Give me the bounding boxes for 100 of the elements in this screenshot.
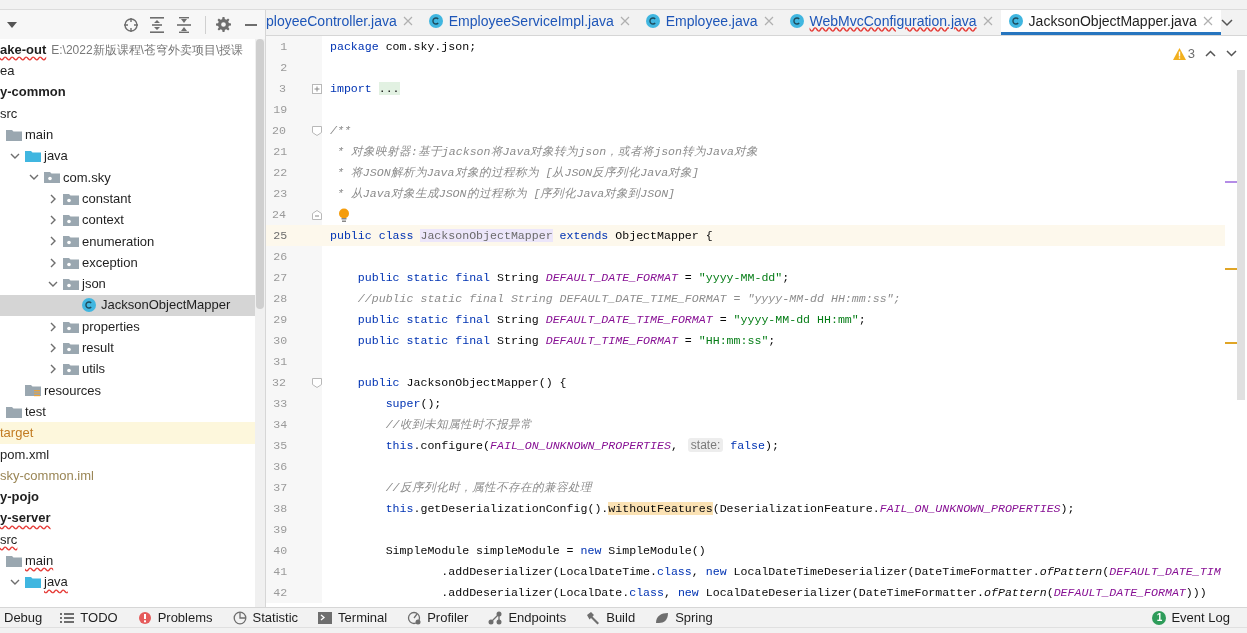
package-icon xyxy=(63,255,79,270)
fold-plus-icon[interactable] xyxy=(312,83,322,94)
tree-item-label[interactable]: enumeration xyxy=(82,231,155,252)
tree-item-label[interactable]: y-pojo xyxy=(0,487,39,507)
tool-window-button[interactable]: Terminal xyxy=(318,607,388,628)
tool-window-button[interactable]: Spring xyxy=(655,607,713,628)
tree-row-highlight[interactable]: JacksonObjectMapper xyxy=(0,294,255,316)
code-line: this.configure(FAIL_ON_UNKNOWN_PROPERTIES, state: false); xyxy=(384,437,779,455)
tree-item-label[interactable]: y-common xyxy=(0,82,66,102)
collapsed-chevron-icon[interactable] xyxy=(48,342,58,353)
tree-item-label[interactable]: java xyxy=(44,146,68,166)
collapsed-chevron-icon[interactable] xyxy=(48,215,58,225)
collapse-all-icon[interactable] xyxy=(177,16,191,33)
editor-tab[interactable]: JacksonObjectMapper.java xyxy=(1000,10,1221,35)
endpoints-icon xyxy=(488,610,503,625)
tree-item-label[interactable]: pom.xml xyxy=(0,444,50,465)
code-line: SimpleModule simpleModule = new SimpleModule() xyxy=(384,542,706,559)
code-line: * 从Java对象生成JSON的过程称为 [序列化Java对象到JSON] xyxy=(335,185,676,202)
stripe-marker[interactable] xyxy=(1225,268,1237,270)
tree-item-label[interactable]: main xyxy=(25,125,54,145)
collapsed-chevron-icon[interactable] xyxy=(48,193,58,204)
code-line: package com.sky.json; xyxy=(330,38,477,55)
package-icon xyxy=(63,340,79,355)
class-icon xyxy=(428,14,443,28)
tree-item-label[interactable]: ea xyxy=(0,61,15,81)
code-line: .addDeserializer(LocalDateTime.class, new LocalDateTimeDeserializer(DateTimeFormatter.ofPattern(DEFAULT_DATE_TIM xyxy=(440,563,1221,580)
tree-item-label[interactable]: result xyxy=(82,338,114,358)
code-line: super(); xyxy=(384,395,442,412)
scrollbar-thumb[interactable] xyxy=(256,39,264,309)
tree-item-label[interactable]: test xyxy=(25,401,46,422)
code-line: * 对象映射器:基于jackson将Java对象转为json，或者将json转为Java对象 xyxy=(335,143,758,160)
tree-item-label[interactable]: exception xyxy=(82,252,138,273)
code-line: //收到未知属性时不报异常 xyxy=(384,416,532,433)
editor-tab[interactable]: EmployeeServiceImpl.java xyxy=(420,10,638,35)
expand-all-icon[interactable] xyxy=(150,16,164,33)
code-line: //反序列化时，属性不存在的兼容处理 xyxy=(384,479,592,496)
tree-item-label[interactable]: context xyxy=(82,210,124,230)
build-icon xyxy=(586,610,601,625)
folder-icon xyxy=(6,404,22,419)
folder-icon xyxy=(25,575,41,590)
collapsed-chevron-icon[interactable] xyxy=(48,321,58,332)
tree-item-label[interactable]: sky-common.iml xyxy=(0,465,94,486)
tool-window-button[interactable]: Profiler xyxy=(407,607,469,628)
package-icon xyxy=(63,319,79,334)
tree-item-label[interactable]: JacksonObjectMapper xyxy=(101,295,231,315)
tree-item-label[interactable]: com.sky xyxy=(63,167,111,188)
class-icon xyxy=(789,14,804,28)
code-line: this.getDeserializationConfig().withoutFeatures(DeserializationFeature.FAIL_ON_UNKNOWN_PROPERTIES); xyxy=(384,500,1075,517)
class-icon xyxy=(82,298,96,313)
tool-window-button[interactable]: Statistic xyxy=(232,607,299,628)
scrollbar-thumb[interactable] xyxy=(1237,70,1245,400)
package-icon xyxy=(63,362,79,377)
stripe-marker[interactable] xyxy=(1225,342,1237,344)
tree-item-label[interactable]: y-server xyxy=(0,508,51,528)
tree-item-label[interactable]: resources xyxy=(44,380,102,401)
profiler-icon xyxy=(407,610,422,625)
class-icon xyxy=(1008,14,1023,28)
tree-item-label[interactable]: json xyxy=(82,274,106,294)
class-icon xyxy=(645,14,660,28)
tree-item-label[interactable]: utils xyxy=(82,359,106,379)
tool-window-button[interactable]: TODO xyxy=(60,607,118,628)
resources-folder-icon xyxy=(25,383,41,398)
event-log-button[interactable]: 1 Event Log xyxy=(1152,607,1230,628)
collapsed-chevron-icon[interactable] xyxy=(48,257,58,268)
package-icon xyxy=(63,213,79,227)
folder-icon xyxy=(6,553,22,568)
locate-icon[interactable] xyxy=(123,16,139,33)
tool-window-button[interactable]: Endpoints xyxy=(488,607,567,628)
tree-item-label[interactable]: java xyxy=(44,572,68,592)
project-path: E:\2022新版课程\苍穹外卖项目\授课 xyxy=(51,41,244,59)
code-line: /** xyxy=(330,122,351,139)
stripe-marker[interactable] xyxy=(1225,181,1237,183)
editor-tab[interactable]: WebMvcConfiguration.java xyxy=(781,10,1001,35)
statistic-icon xyxy=(232,610,247,625)
collapsed-chevron-icon[interactable] xyxy=(48,236,58,247)
tree-item-label[interactable]: main xyxy=(25,551,54,571)
code-line: public class JacksonObjectMapper extends ObjectMapper { xyxy=(330,227,713,244)
tab-list-chevron-icon[interactable] xyxy=(1221,18,1233,27)
package-icon xyxy=(63,234,79,249)
tree-item-label[interactable]: constant xyxy=(82,188,132,209)
next-chevron-icon[interactable] xyxy=(1226,50,1237,58)
editor-tab[interactable]: Employee.java xyxy=(637,10,782,35)
editor-tab[interactable]: ployeeController.java xyxy=(266,10,421,35)
dropdown-caret-icon[interactable] xyxy=(6,20,18,29)
code-line: //public static final String DEFAULT_DATE_TIME_FORMAT = "yyyy-MM-dd HH:mm:ss"; xyxy=(356,290,901,307)
tree-item-label[interactable]: properties xyxy=(82,316,140,337)
tree-item-label[interactable]: src xyxy=(0,103,18,124)
tree-item-label[interactable]: ake-out xyxy=(0,39,47,60)
warning-count: 3 xyxy=(1187,45,1195,63)
tool-window-button[interactable]: Build xyxy=(586,607,636,628)
minimize-icon[interactable] xyxy=(245,23,257,26)
tree-item-label[interactable]: src xyxy=(0,529,18,550)
tool-window-button[interactable]: Debug xyxy=(0,607,43,628)
notification-badge: 1 xyxy=(1152,610,1167,625)
code-line: * 将JSON解析为Java对象的过程称为 [从JSON反序列化Java对象] xyxy=(335,164,700,181)
previous-chevron-icon[interactable] xyxy=(1205,50,1216,58)
tool-window-button[interactable]: Problems xyxy=(137,607,213,628)
settings-icon[interactable] xyxy=(216,17,231,32)
spring-icon xyxy=(655,610,670,625)
collapsed-chevron-icon[interactable] xyxy=(48,364,58,375)
